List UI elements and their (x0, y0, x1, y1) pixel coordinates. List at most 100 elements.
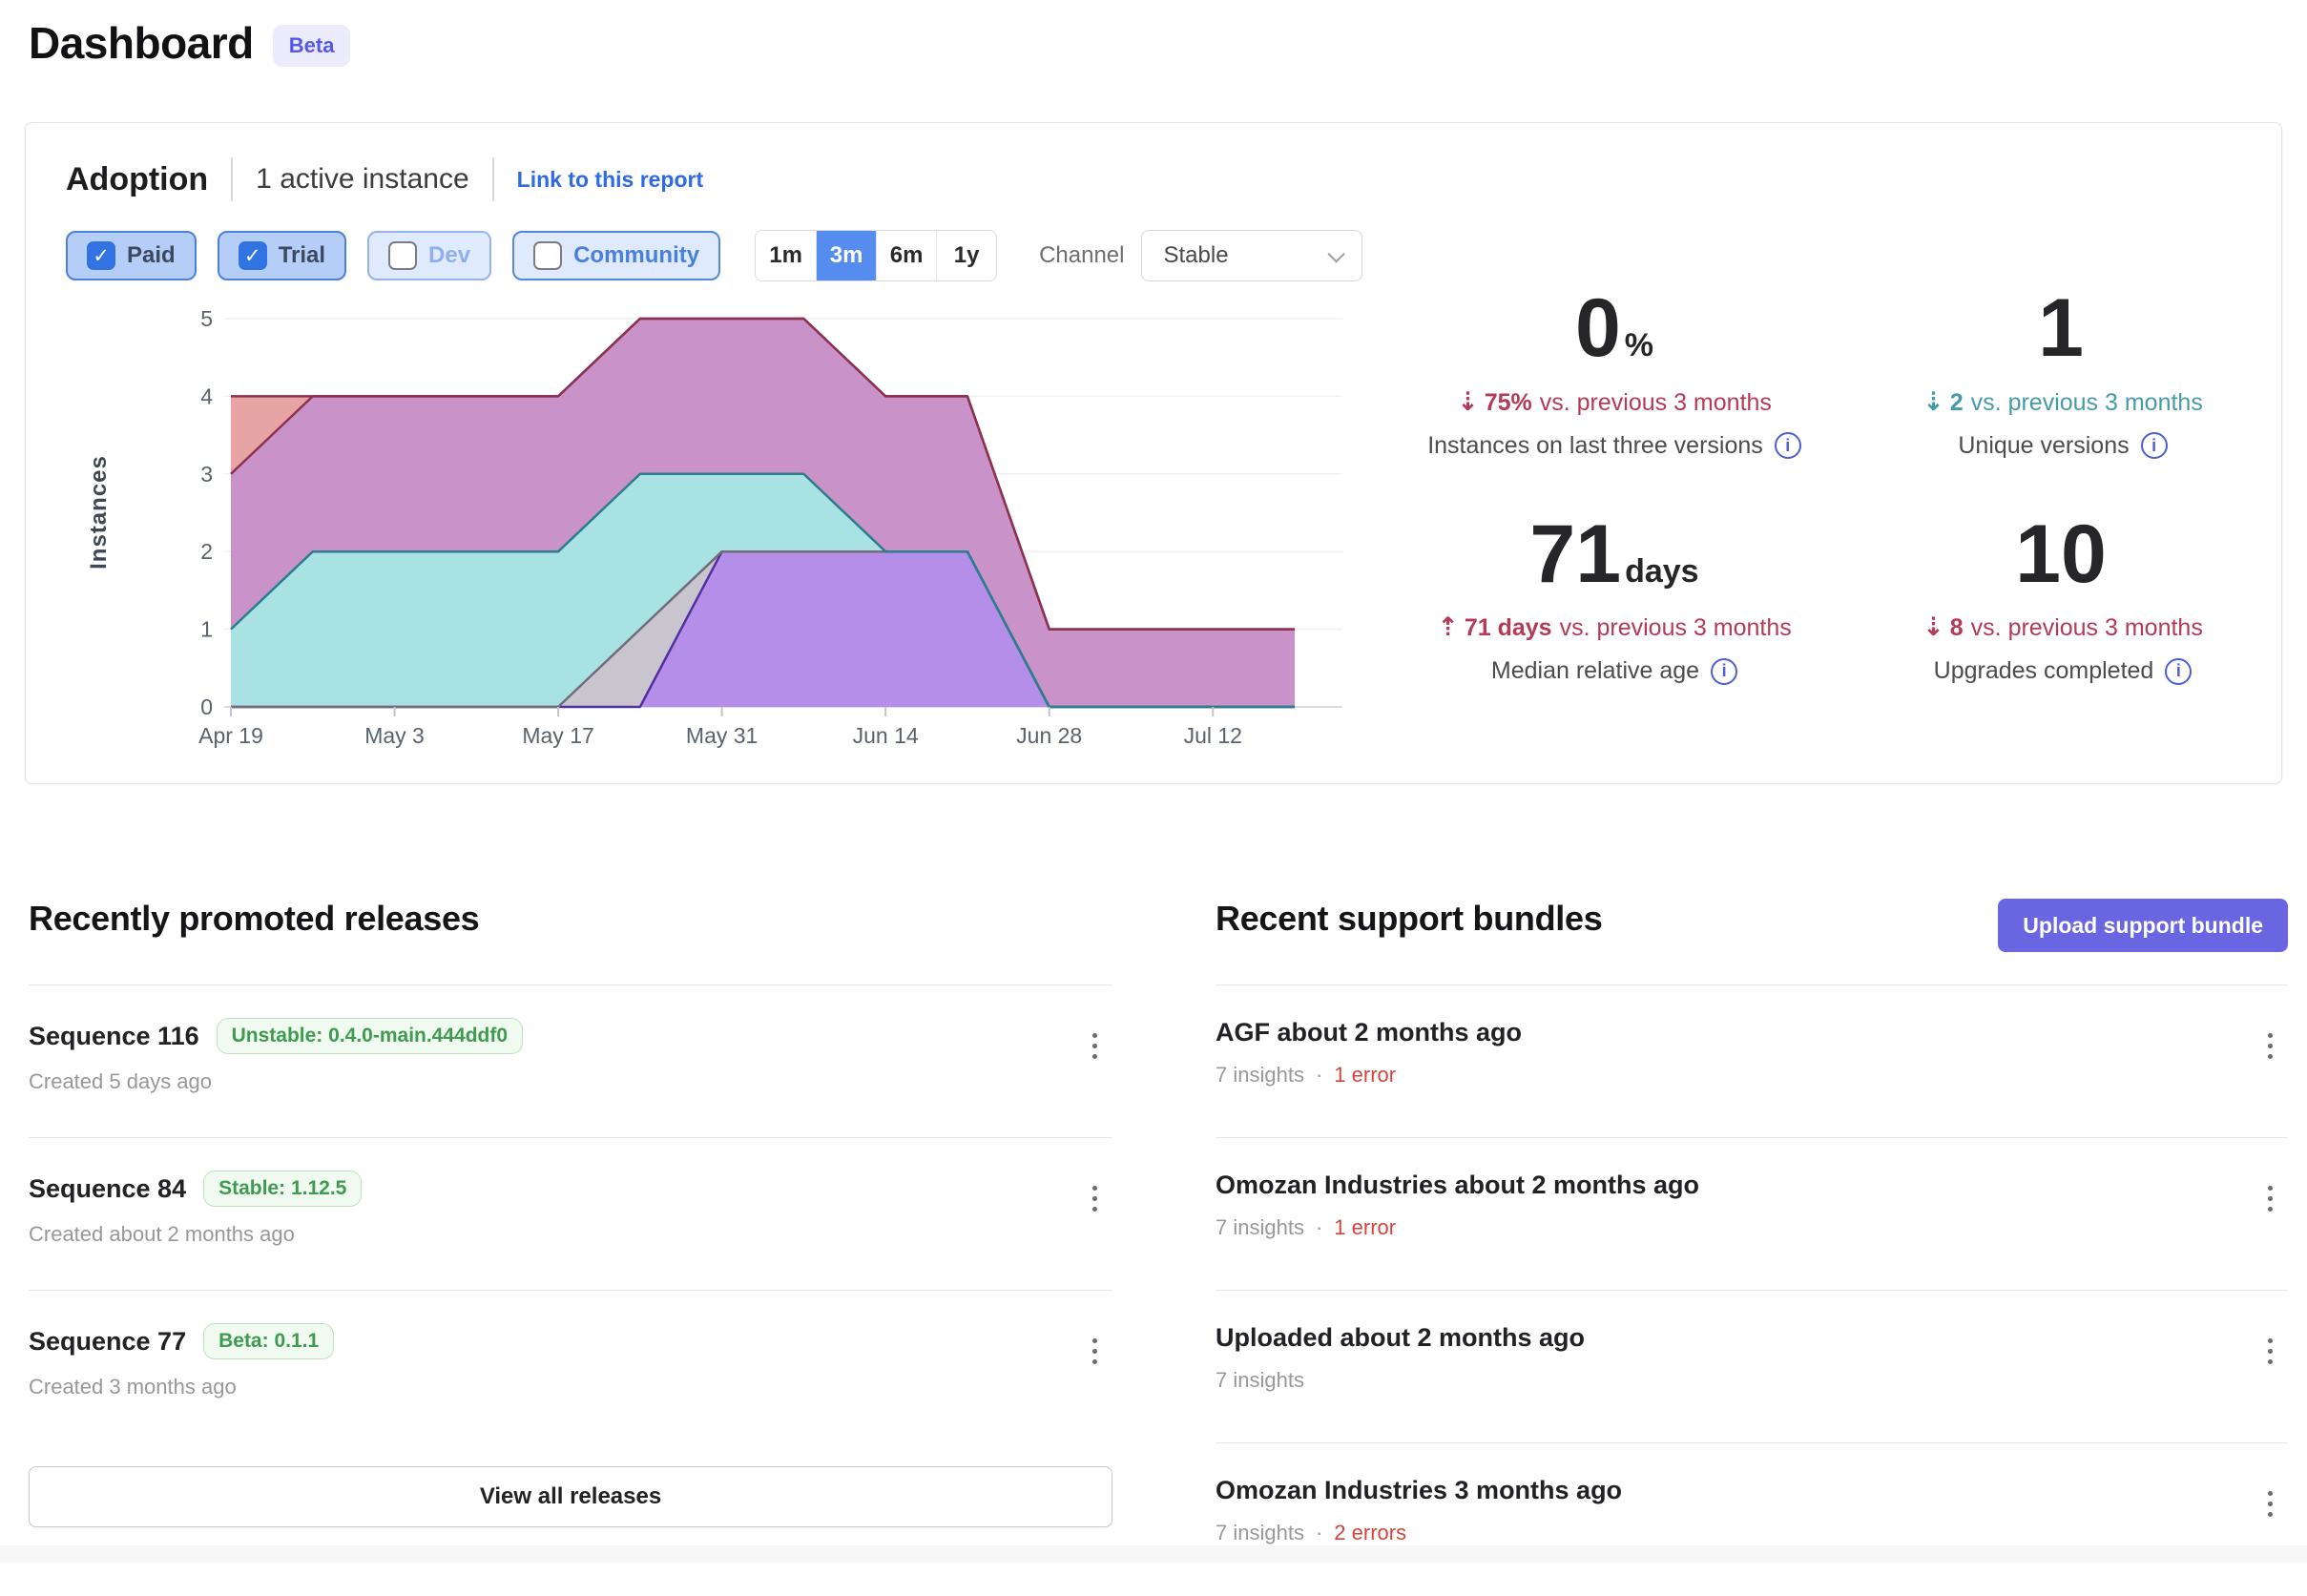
bundle-title: Omozan Industries 3 months ago (1216, 1476, 1622, 1505)
bundle-row[interactable]: Omozan Industries 3 months ago 7 insight… (1216, 1443, 2288, 1596)
page-title: Dashboard (29, 17, 254, 69)
info-icon[interactable] (2141, 432, 2168, 459)
dot-separator: · (1316, 1063, 1322, 1088)
filter-label: Paid (127, 242, 176, 269)
bundle-errors: 1 error (1334, 1215, 1396, 1240)
recent-support-bundles-section: Recent support bundles Upload support bu… (1216, 899, 2288, 1596)
bundles-list: AGF about 2 months ago 7 insights · 1 er… (1216, 985, 2288, 1596)
dot-separator: · (1316, 1521, 1322, 1545)
bundle-row[interactable]: Uploaded about 2 months ago 7 insights (1216, 1291, 2288, 1443)
svg-text:1: 1 (200, 617, 213, 642)
kebab-menu-icon[interactable] (2262, 1485, 2278, 1523)
stat-delta: ⇡71 daysvs. previous 3 months (1390, 612, 1839, 642)
active-instance-count: 1 active instance (256, 163, 468, 196)
kebab-menu-icon[interactable] (2262, 1333, 2278, 1370)
page-header: Dashboard Beta (29, 17, 350, 69)
svg-text:Jun 14: Jun 14 (853, 723, 919, 748)
release-version-badge: Unstable: 0.4.0-main.444ddf0 (217, 1018, 523, 1054)
up-dashed-arrow-icon: ⇡ (1437, 612, 1459, 642)
beta-badge: Beta (273, 25, 351, 67)
kebab-menu-icon[interactable] (1087, 1027, 1103, 1065)
recently-promoted-releases-section: Recently promoted releases Sequence 116 … (29, 899, 1112, 1527)
stat-instances-last-three-versions: 0% ⇣75%vs. previous 3 months Instances o… (1390, 283, 1839, 460)
channel-select-value: Stable (1163, 242, 1228, 269)
channel-select[interactable]: Stable (1141, 230, 1362, 281)
svg-text:Jul 12: Jul 12 (1184, 723, 1242, 748)
release-row[interactable]: Sequence 116 Unstable: 0.4.0-main.444ddf… (29, 985, 1112, 1138)
stat-label: Upgrades completed (1839, 657, 2287, 685)
stat-delta: ⇣8vs. previous 3 months (1839, 612, 2287, 642)
svg-text:0: 0 (200, 694, 213, 719)
stat-label: Instances on last three versions (1390, 432, 1839, 460)
link-to-report[interactable]: Link to this report (517, 167, 704, 193)
adoption-title: Adoption (66, 161, 208, 198)
bundle-row[interactable]: Omozan Industries about 2 months ago 7 i… (1216, 1138, 2288, 1291)
view-all-releases-button[interactable]: View all releases (29, 1466, 1112, 1527)
release-version-badge: Beta: 0.1.1 (203, 1323, 334, 1359)
bundles-heading: Recent support bundles (1216, 899, 1602, 939)
bundle-errors: 2 errors (1334, 1521, 1406, 1545)
filter-label: Dev (428, 242, 470, 269)
kebab-menu-icon[interactable] (2262, 1027, 2278, 1065)
kebab-menu-icon[interactable] (1087, 1180, 1103, 1217)
adoption-card-header: Adoption 1 active instance Link to this … (66, 157, 703, 201)
adoption-card: Adoption 1 active instance Link to this … (25, 122, 2282, 784)
svg-text:May 3: May 3 (364, 723, 425, 748)
divider (231, 157, 233, 201)
kebab-menu-icon[interactable] (2262, 1180, 2278, 1217)
filter-dev-checkbox[interactable]: Dev (367, 231, 491, 280)
svg-text:2: 2 (200, 539, 213, 564)
footer-strip (0, 1545, 2307, 1563)
release-version-badge: Stable: 1.12.5 (203, 1171, 362, 1207)
chevron-down-icon (1328, 245, 1345, 262)
range-3m-button[interactable]: 3m (816, 231, 876, 280)
divider (492, 157, 494, 201)
filter-label: Trial (279, 242, 325, 269)
svg-text:3: 3 (200, 462, 213, 487)
bundle-insights: 7 insights (1216, 1063, 1304, 1088)
checkbox-icon (239, 241, 267, 270)
adoption-stats: 0% ⇣75%vs. previous 3 months Instances o… (1390, 283, 2287, 685)
dot-separator: · (1316, 1215, 1322, 1240)
svg-text:5: 5 (200, 306, 213, 331)
filter-trial-checkbox[interactable]: Trial (218, 231, 346, 280)
adoption-chart: 012345Apr 19May 3May 17May 31Jun 14Jun 2… (81, 297, 1360, 753)
info-icon[interactable] (2165, 658, 2192, 685)
stat-delta: ⇣2vs. previous 3 months (1839, 387, 2287, 417)
down-dashed-arrow-icon: ⇣ (1922, 387, 1944, 417)
bundle-insights: 7 insights (1216, 1215, 1304, 1240)
info-icon[interactable] (1775, 432, 1801, 459)
svg-text:May 17: May 17 (522, 723, 593, 748)
bundle-title: Uploaded about 2 months ago (1216, 1323, 1585, 1353)
channel-label: Channel (1039, 242, 1124, 269)
stat-value: 10 (1839, 509, 2287, 600)
kebab-menu-icon[interactable] (1087, 1333, 1103, 1370)
stat-label: Median relative age (1390, 657, 1839, 685)
release-title: Sequence 84 (29, 1174, 186, 1204)
time-range-segmented-control: 1m 3m 6m 1y (755, 230, 997, 281)
down-dashed-arrow-icon: ⇣ (1457, 387, 1479, 417)
stat-unique-versions: 1 ⇣2vs. previous 3 months Unique version… (1839, 283, 2287, 460)
bundle-row[interactable]: AGF about 2 months ago 7 insights · 1 er… (1216, 985, 2288, 1138)
range-1y-button[interactable]: 1y (936, 231, 996, 280)
range-6m-button[interactable]: 6m (876, 231, 936, 280)
upload-support-bundle-button[interactable]: Upload support bundle (1998, 899, 2288, 952)
stat-value: 1 (1839, 283, 2287, 374)
releases-heading: Recently promoted releases (29, 899, 479, 939)
release-title: Sequence 77 (29, 1327, 186, 1357)
svg-text:Apr 19: Apr 19 (198, 723, 263, 748)
range-1m-button[interactable]: 1m (756, 231, 816, 280)
release-row[interactable]: Sequence 77 Beta: 0.1.1 Created 3 months… (29, 1291, 1112, 1443)
bundle-errors: 1 error (1334, 1063, 1396, 1088)
svg-text:4: 4 (200, 383, 213, 408)
bundle-title: Omozan Industries about 2 months ago (1216, 1171, 1699, 1200)
checkbox-icon (388, 241, 417, 270)
checkbox-icon (533, 241, 562, 270)
release-row[interactable]: Sequence 84 Stable: 1.12.5 Created about… (29, 1138, 1112, 1291)
filter-paid-checkbox[interactable]: Paid (66, 231, 197, 280)
release-title: Sequence 116 (29, 1022, 199, 1051)
svg-text:May 31: May 31 (686, 723, 758, 748)
info-icon[interactable] (1711, 658, 1737, 685)
filter-community-checkbox[interactable]: Community (512, 231, 720, 280)
stat-label: Unique versions (1839, 432, 2287, 460)
